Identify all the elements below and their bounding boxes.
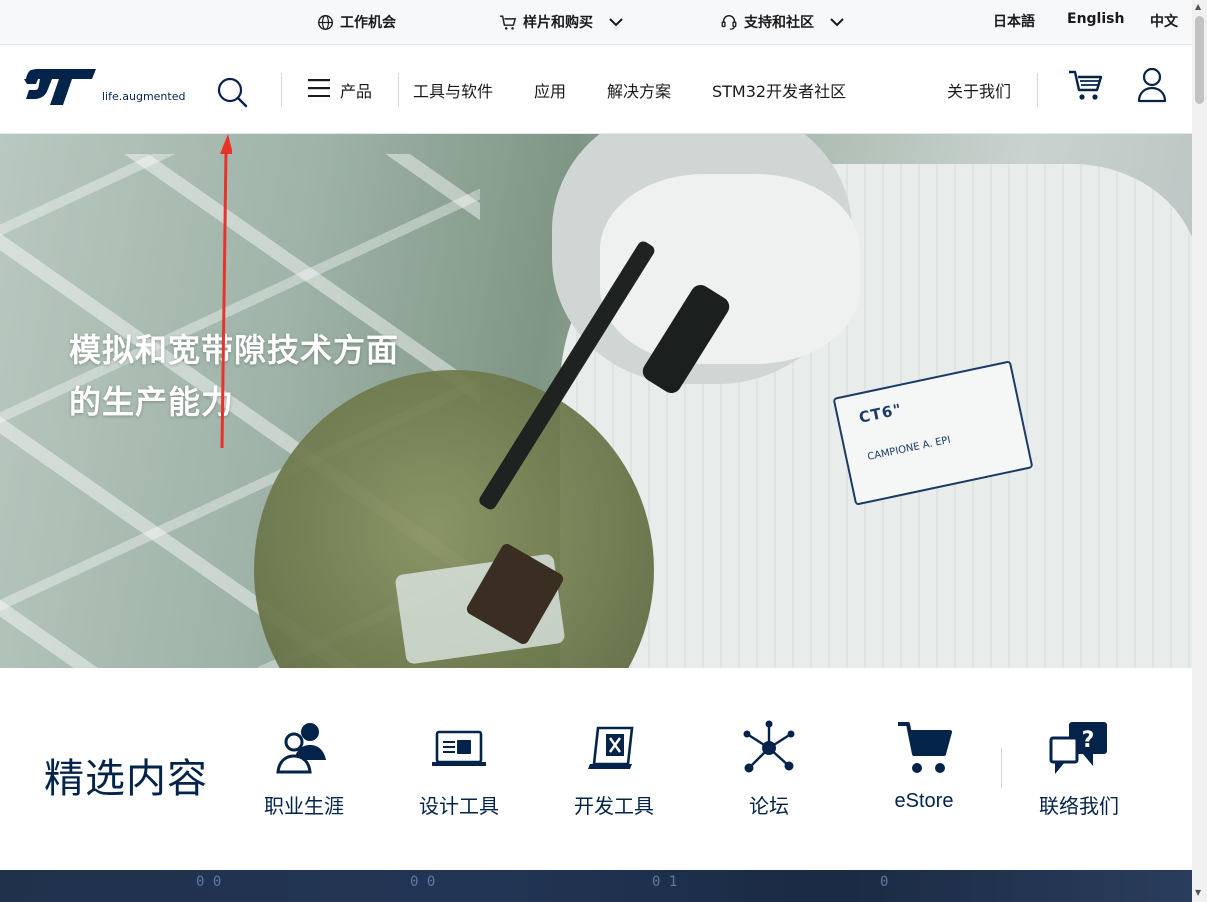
next-section-banner: 0 0 0 0 0 1 0 <box>0 870 1192 902</box>
main-header: life.augmented 产品 工具与软件 应用 解决方案 STM32开发者… <box>0 45 1192 134</box>
featured-careers[interactable]: 职业生涯 <box>244 720 364 819</box>
featured-section: 精选内容 职业生涯 设计工具 开发工具 论坛 eStore ? 联络我们 <box>0 668 1192 870</box>
utility-bar: 工作机会 样片和购买 支持和社区 日本語 English 中文 <box>0 0 1192 45</box>
forum-icon <box>743 720 795 773</box>
support-community-menu[interactable]: 支持和社区 <box>720 12 844 32</box>
featured-title: 精选内容 <box>44 756 208 802</box>
chevron-down-icon <box>609 18 623 27</box>
search-icon <box>217 77 248 108</box>
nav-products[interactable]: 产品 <box>340 78 372 102</box>
featured-dev-tools[interactable]: 开发工具 <box>554 720 674 819</box>
svg-text:?: ? <box>1082 728 1095 753</box>
cart-button[interactable] <box>1068 69 1104 107</box>
annotation-arrow-icon <box>220 134 232 449</box>
badge-subtext: CAMPIONE A. EPI <box>866 434 952 463</box>
featured-label: 开发工具 <box>574 794 654 818</box>
lang-english[interactable]: English <box>1067 11 1124 27</box>
menu-toggle[interactable] <box>308 79 330 101</box>
logo-tagline: life.augmented <box>102 90 186 103</box>
scroll-down-icon[interactable]: ▼ <box>1195 888 1201 897</box>
page: 工作机会 样片和购买 支持和社区 日本語 English 中文 life.aug… <box>0 0 1192 902</box>
search-button[interactable] <box>216 76 248 112</box>
careers-label: 工作机会 <box>340 15 396 31</box>
samples-buy-menu[interactable]: 样片和购买 <box>499 12 623 32</box>
binary-decoration: 0 1 <box>652 874 678 890</box>
divider <box>398 73 399 107</box>
st-logo[interactable]: life.augmented <box>22 67 185 107</box>
cart-icon <box>1069 70 1103 100</box>
page-scrollbar[interactable]: ▲ ▼ <box>1192 0 1207 902</box>
headset-icon <box>721 15 737 30</box>
hero-title: 模拟和宽带隙技术方面 的生产能力 <box>69 324 399 428</box>
badge-text: CT6" <box>857 400 904 427</box>
hamburger-icon <box>308 79 330 98</box>
binary-decoration: 0 <box>880 874 889 890</box>
featured-label: eStore <box>894 790 954 812</box>
scroll-up-icon[interactable]: ▲ <box>1195 2 1201 11</box>
divider <box>1001 748 1002 788</box>
binary-decoration: 0 0 <box>196 874 222 890</box>
career-icon <box>276 723 326 774</box>
user-icon <box>1137 67 1167 103</box>
cart-small-icon <box>499 14 517 30</box>
estore-icon <box>898 722 952 773</box>
featured-contact-us[interactable]: ? 联络我们 <box>1019 720 1139 819</box>
logo-mark <box>24 69 96 105</box>
nav-solutions[interactable]: 解决方案 <box>607 78 671 102</box>
featured-label: 论坛 <box>749 794 789 818</box>
featured-label: 职业生涯 <box>264 794 344 818</box>
hero-title-line: 的生产能力 <box>69 383 235 421</box>
featured-forum[interactable]: 论坛 <box>709 720 829 819</box>
divider <box>281 73 282 107</box>
globe-icon <box>318 14 333 30</box>
binary-decoration: 0 0 <box>410 874 436 890</box>
featured-estore[interactable]: eStore <box>864 720 984 813</box>
contact-icon: ? <box>1049 722 1107 774</box>
samples-label: 样片和购买 <box>523 15 593 31</box>
hero-title-line: 模拟和宽带隙技术方面 <box>69 331 400 369</box>
nav-tools-software[interactable]: 工具与软件 <box>413 78 493 102</box>
hero-banner[interactable]: CT6" CAMPIONE A. EPI 模拟和宽带隙技术方面 的生产能力 <box>0 134 1192 668</box>
nav-applications[interactable]: 应用 <box>534 78 566 102</box>
divider <box>1037 73 1038 107</box>
nav-about-us[interactable]: 关于我们 <box>947 78 1011 102</box>
nav-stm32-community[interactable]: STM32开发者社区 <box>712 78 846 102</box>
dev-tools-icon <box>588 726 634 769</box>
featured-label: 联络我们 <box>1039 794 1119 818</box>
featured-label: 设计工具 <box>419 794 499 818</box>
featured-design-tools[interactable]: 设计工具 <box>399 720 519 819</box>
careers-link[interactable]: 工作机会 <box>317 12 396 32</box>
lang-chinese[interactable]: 中文 <box>1150 11 1178 31</box>
design-tools-icon <box>432 730 486 766</box>
chevron-down-icon <box>830 18 844 27</box>
account-button[interactable] <box>1136 67 1168 107</box>
support-label: 支持和社区 <box>744 15 814 31</box>
scrollbar-thumb[interactable] <box>1195 16 1204 104</box>
lang-japanese[interactable]: 日本語 <box>993 11 1035 31</box>
